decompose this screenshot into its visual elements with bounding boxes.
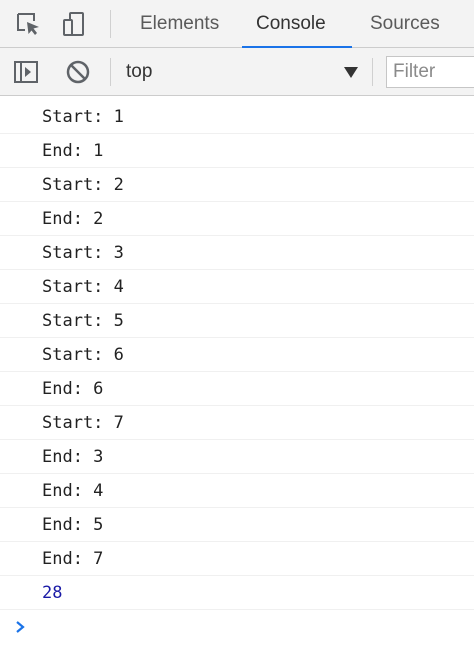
toolbar-divider: [110, 10, 111, 38]
log-message: Start: 7: [42, 413, 124, 433]
log-row: End: 3: [0, 440, 474, 474]
filter-input[interactable]: [386, 56, 474, 88]
log-row: End: 7: [0, 542, 474, 576]
log-row: Start: 5: [0, 304, 474, 338]
log-row: Start: 2: [0, 168, 474, 202]
log-message: Start: 4: [42, 277, 124, 297]
console-output: Start: 1 End: 1 Start: 2 End: 2 Start: 3…: [0, 100, 474, 646]
tab-sources[interactable]: Sources: [356, 0, 454, 47]
log-message: Start: 2: [42, 175, 124, 195]
log-row: End: 4: [0, 474, 474, 508]
device-toolbar-icon[interactable]: [58, 8, 90, 40]
log-row: Start: 4: [0, 270, 474, 304]
log-row: End: 5: [0, 508, 474, 542]
log-message: Start: 6: [42, 345, 124, 365]
clear-console-icon[interactable]: [62, 56, 94, 88]
log-message: End: 5: [42, 515, 104, 535]
log-row: Start: 1: [0, 100, 474, 134]
log-row: Start: 6: [0, 338, 474, 372]
tab-console[interactable]: Console: [242, 0, 352, 48]
toolbar-divider: [372, 58, 373, 86]
context-label: top: [126, 61, 153, 82]
log-message: Start: 1: [42, 107, 124, 127]
log-row: Start: 7: [0, 406, 474, 440]
inspect-element-icon[interactable]: [12, 8, 44, 40]
log-row: End: 2: [0, 202, 474, 236]
console-toolbar: top: [0, 48, 474, 96]
result-value: 28: [42, 583, 63, 603]
dropdown-arrow-icon: [344, 67, 358, 78]
prompt-chevron-icon: [14, 618, 28, 641]
log-message: Start: 5: [42, 311, 124, 331]
log-message: End: 4: [42, 481, 104, 501]
show-console-sidebar-icon[interactable]: [10, 56, 42, 88]
context-selector[interactable]: top: [118, 54, 364, 90]
console-prompt[interactable]: [0, 610, 474, 646]
log-message: End: 1: [42, 141, 104, 161]
devtools-tabbar: Elements Console Sources: [0, 0, 474, 48]
toolbar-divider: [110, 58, 111, 86]
log-message: End: 7: [42, 549, 104, 569]
log-message: Start: 3: [42, 243, 124, 263]
log-message: End: 2: [42, 209, 104, 229]
log-row: End: 6: [0, 372, 474, 406]
log-message: End: 6: [42, 379, 104, 399]
tab-elements[interactable]: Elements: [126, 0, 233, 47]
log-row: End: 1: [0, 134, 474, 168]
log-message: End: 3: [42, 447, 104, 467]
log-row: Start: 3: [0, 236, 474, 270]
result-row: 28: [0, 576, 474, 610]
